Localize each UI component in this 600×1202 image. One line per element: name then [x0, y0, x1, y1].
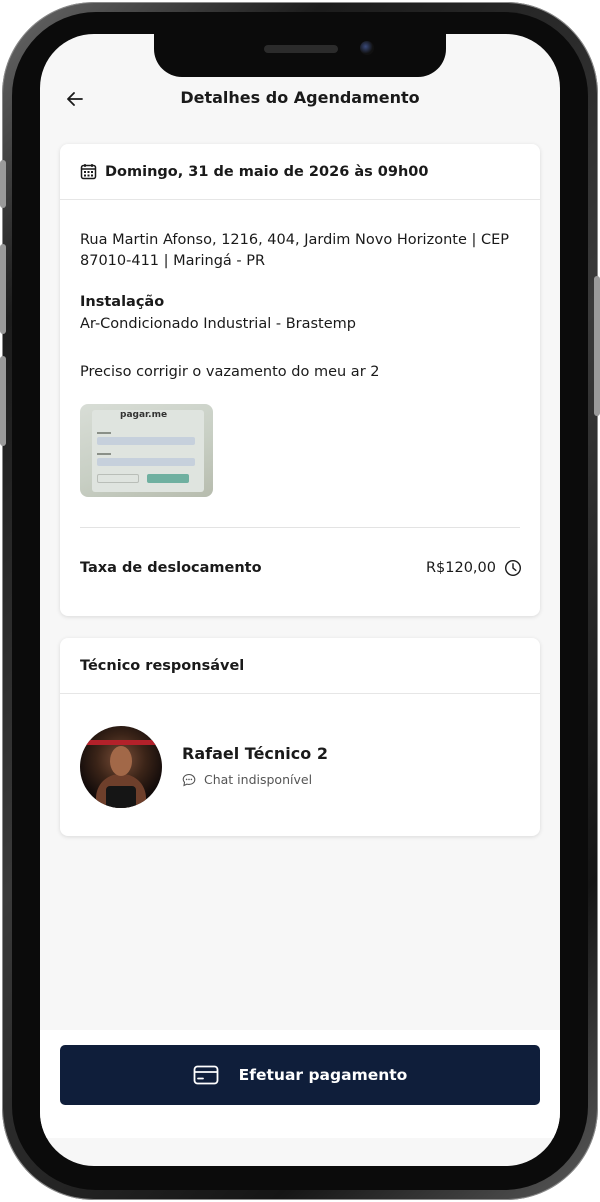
notch: [154, 34, 446, 77]
divider: [80, 527, 520, 528]
chat-status: Chat indisponível: [182, 772, 312, 787]
attachment-enter-button: [147, 474, 189, 483]
calendar-icon: [80, 164, 97, 180]
technician-section-title: Técnico responsável: [60, 638, 540, 694]
technician-name: Rafael Técnico 2: [182, 744, 328, 763]
pay-button[interactable]: Efetuar pagamento: [60, 1045, 540, 1105]
avatar: [80, 726, 162, 808]
page-title: Detalhes do Agendamento: [180, 88, 420, 107]
chat-bubble-icon: [182, 773, 196, 786]
credit-card-icon: [193, 1065, 219, 1085]
attachment-cancel-button: [97, 474, 139, 483]
attachment-screenshot: pagar.me: [92, 410, 204, 492]
technician-card: Técnico responsável Rafael Técnico 2 Cha…: [60, 638, 540, 836]
pay-button-label: Efetuar pagamento: [238, 1066, 408, 1084]
service-type-label: Instalação: [80, 294, 165, 310]
power-button: [594, 276, 600, 416]
attachment-field-label: [97, 453, 111, 455]
travel-fee-value: R$120,00: [425, 560, 496, 576]
volume-up-button: [0, 244, 6, 334]
appointment-datetime: Domingo, 31 de maio de 2026 às 09h00: [105, 163, 429, 180]
attachment-password-field: [97, 458, 195, 466]
problem-description: Preciso corrigir o vazamento do meu ar 2: [80, 364, 380, 380]
appointment-date-row: Domingo, 31 de maio de 2026 às 09h00: [60, 144, 540, 200]
appointment-card: Domingo, 31 de maio de 2026 às 09h00 Rua…: [60, 144, 540, 616]
bottom-action-bar: Efetuar pagamento: [40, 1030, 560, 1138]
attachment-field-label: [97, 432, 111, 434]
service-address: Rua Martin Afonso, 1216, 404, Jardim Nov…: [80, 232, 509, 269]
clock-icon[interactable]: [504, 559, 522, 577]
mute-switch: [0, 160, 6, 208]
service-type-value: Ar-Condicionado Industrial - Brastemp: [80, 316, 356, 332]
speaker: [264, 45, 338, 53]
camera: [360, 41, 374, 55]
attachment-email-field: [97, 437, 195, 445]
attachment-brand-logo: pagar.me: [120, 410, 168, 420]
attachment-thumbnail[interactable]: pagar.me: [80, 404, 213, 497]
app-screen: Detalhes do Agendamento Domingo, 31 de m…: [40, 34, 560, 1166]
volume-down-button: [0, 356, 6, 446]
travel-fee-label: Taxa de deslocamento: [80, 560, 262, 576]
chat-status-text: Chat indisponível: [204, 772, 313, 787]
app-header: Detalhes do Agendamento: [40, 74, 560, 124]
